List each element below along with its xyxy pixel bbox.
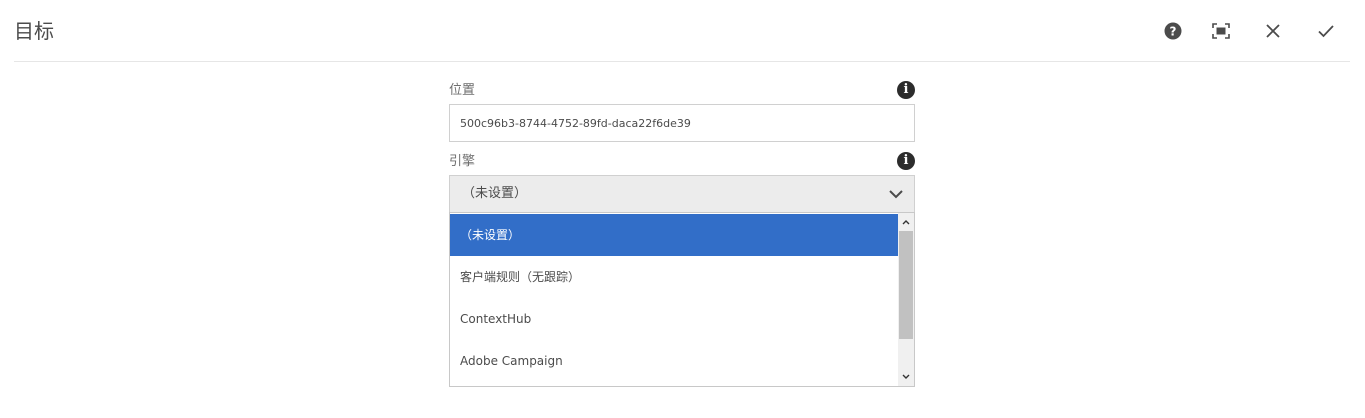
fullscreen-button[interactable] — [1209, 19, 1233, 43]
header-divider — [14, 61, 1350, 62]
chevron-up-icon — [902, 220, 910, 225]
options-scrollbar[interactable] — [898, 213, 914, 386]
option-adobe-campaign[interactable]: Adobe Campaign — [450, 340, 898, 382]
engine-label: 引擎 — [449, 154, 476, 169]
location-label: 位置 — [449, 83, 476, 98]
check-icon — [1318, 25, 1334, 38]
close-button[interactable] — [1261, 19, 1285, 43]
chevron-down-small-icon — [902, 374, 910, 379]
engine-select-value: （未设置） — [462, 186, 528, 201]
scroll-down-arrow[interactable] — [898, 369, 914, 385]
help-button[interactable]: ? — [1161, 19, 1185, 43]
option-not-set[interactable]: （未设置） — [450, 214, 898, 256]
option-client-rules[interactable]: 客户端规则（无跟踪） — [450, 256, 898, 298]
engine-options-list: （未设置） 客户端规则（无跟踪） ContextHub Adobe Campai… — [449, 212, 915, 387]
done-button[interactable] — [1314, 19, 1338, 43]
help-icon: ? — [1164, 22, 1182, 40]
dialog-title: 目标 — [14, 19, 54, 43]
svg-text:?: ? — [1170, 25, 1177, 39]
scroll-up-arrow[interactable] — [898, 214, 914, 230]
engine-info-icon[interactable]: i — [897, 152, 915, 170]
close-icon — [1266, 24, 1280, 38]
chevron-down-icon — [889, 190, 903, 199]
engine-select[interactable]: （未设置） — [449, 175, 915, 213]
scroll-thumb[interactable] — [899, 231, 913, 339]
location-input[interactable] — [449, 104, 915, 142]
dialog-header: 目标 ? — [0, 0, 1365, 62]
option-contexthub[interactable]: ContextHub — [450, 298, 898, 340]
location-info-icon[interactable]: i — [897, 81, 915, 99]
fullscreen-icon — [1212, 23, 1230, 39]
